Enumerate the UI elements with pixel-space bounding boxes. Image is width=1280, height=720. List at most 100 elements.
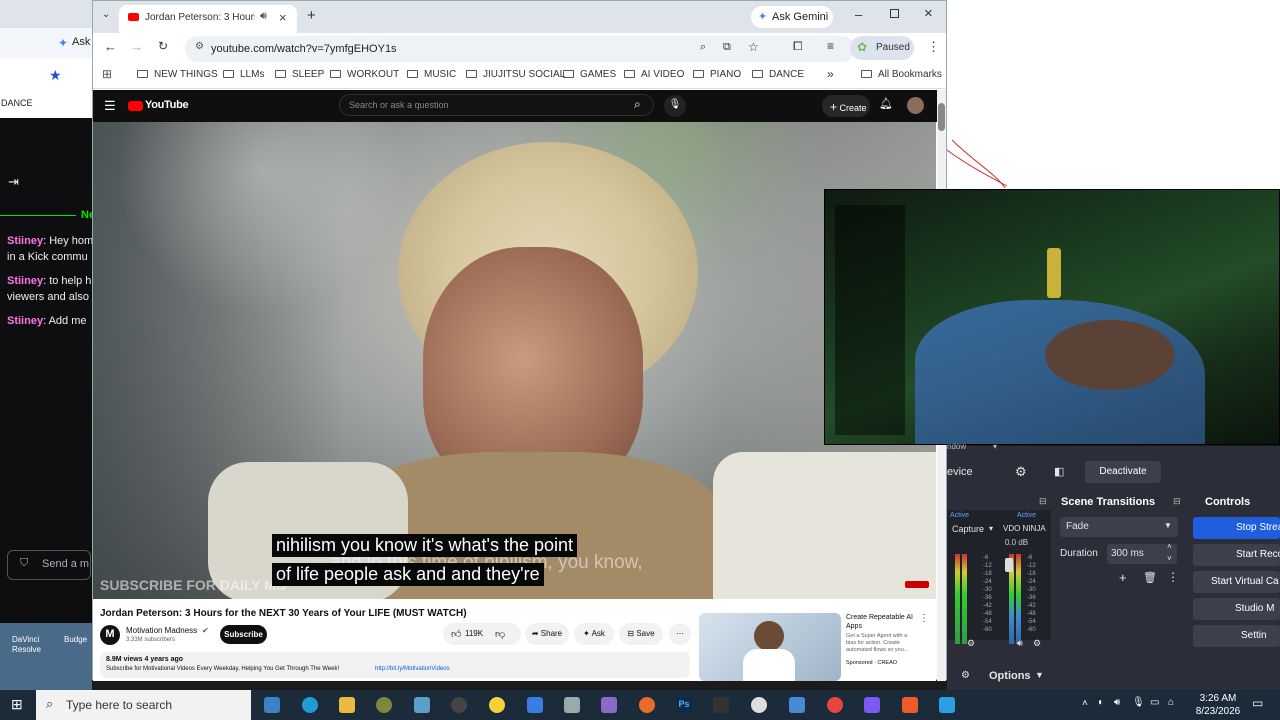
- like-count[interactable]: 119K: [465, 629, 483, 638]
- save-button[interactable]: ⊟ Save: [619, 623, 663, 645]
- mixer-settings-icon[interactable]: ⚙: [1033, 638, 1041, 649]
- install-icon[interactable]: ⧉: [723, 41, 731, 54]
- taskview-icon[interactable]: [264, 697, 280, 713]
- create-button[interactable]: + Create: [822, 95, 870, 117]
- youtube-logo-icon[interactable]: [128, 101, 143, 111]
- bookmark-dance[interactable]: DANCE: [752, 69, 804, 80]
- windows-start-icon[interactable]: ⊞: [11, 696, 23, 713]
- app-icon-1[interactable]: [376, 697, 392, 713]
- bookmark-star-icon[interactable]: ☆: [748, 40, 759, 54]
- microphone-icon[interactable]: 🎙︎: [664, 95, 686, 117]
- app-icon-5[interactable]: [751, 697, 767, 713]
- ask-tab-label[interactable]: Ask: [72, 36, 90, 48]
- reload-icon[interactable]: ↻: [158, 39, 168, 53]
- tray-app-icon[interactable]: ◐: [1098, 697, 1104, 708]
- source-filters-icon[interactable]: ◧: [1054, 465, 1064, 478]
- dropdown-arrow-icon[interactable]: ▾: [993, 442, 997, 451]
- tab-youtube[interactable]: Jordan Peterson: 3 Hours fo 🔊︎ ×: [119, 5, 297, 33]
- app-icon-3[interactable]: [564, 697, 580, 713]
- tab-search-icon[interactable]: ⌄: [102, 9, 110, 20]
- site-info-icon[interactable]: ⚙: [195, 41, 204, 52]
- duration-stepper-up[interactable]: ˄: [1167, 542, 1172, 551]
- address-bar[interactable]: ⚙ youtube.com/watch?v=7ymfgEHOY1s ⌕ ⧉ ☆: [185, 36, 855, 62]
- battery-icon[interactable]: ▭: [1150, 697, 1159, 708]
- ad-title[interactable]: Create Repeatable AI Apps: [846, 613, 918, 631]
- youtube-logo-text[interactable]: YouTube: [145, 99, 189, 111]
- close-window-icon[interactable]: ×: [924, 5, 933, 22]
- maximize-icon[interactable]: [890, 9, 899, 18]
- desktop-icon-davinci[interactable]: DaVinci Resolve: [12, 635, 48, 655]
- audio-icon[interactable]: 🔊︎: [260, 10, 267, 23]
- search-icon[interactable]: ⌕: [634, 97, 641, 112]
- brave-icon[interactable]: [902, 697, 918, 713]
- video-player[interactable]: SUBSCRIBE FOR DAILY MO and in this time …: [93, 122, 936, 599]
- ad-menu-icon[interactable]: ⋮: [919, 613, 929, 624]
- volume-slider-handle[interactable]: [1005, 558, 1013, 572]
- bookmark-llms[interactable]: LLMs: [223, 69, 264, 80]
- new-tab-button[interactable]: +: [307, 7, 316, 24]
- app-icon-8[interactable]: [939, 697, 955, 713]
- source-settings-gear-icon[interactable]: ⚙: [1015, 464, 1027, 480]
- apps-icon[interactable]: ⊞: [102, 67, 112, 81]
- zoom-icon[interactable]: ⌕: [700, 41, 706, 54]
- taskbar-search-input[interactable]: ⌕ Type here to search: [36, 690, 251, 720]
- file-explorer-icon[interactable]: [339, 697, 355, 713]
- bookmarks-overflow-button[interactable]: »: [827, 67, 834, 81]
- options-button[interactable]: Options: [989, 670, 1031, 682]
- bookmark-piano[interactable]: PIANO: [693, 69, 741, 80]
- mixer-gear-icon[interactable]: ⚙: [967, 638, 975, 649]
- close-tab-icon[interactable]: ×: [279, 10, 287, 25]
- profile-paused-button[interactable]: ✿ Paused: [850, 36, 914, 60]
- forward-icon[interactable]: →: [130, 39, 143, 54]
- desktop-icon-budget[interactable]: Budge: [64, 635, 87, 644]
- mic-icon[interactable]: 🎙︎: [1132, 697, 1145, 708]
- docs-icon[interactable]: [527, 697, 543, 713]
- duration-stepper-down[interactable]: ˅: [1167, 554, 1172, 563]
- star-icon[interactable]: ★: [49, 67, 62, 84]
- hamburger-menu-icon[interactable]: ☰: [104, 98, 116, 114]
- obs-webcam-preview[interactable]: [824, 189, 1280, 445]
- photoshop-icon[interactable]: Ps: [676, 697, 692, 713]
- extensions-icon[interactable]: ⧠: [793, 39, 803, 54]
- media-icon[interactable]: ≡: [827, 39, 834, 53]
- bookmark-new-things[interactable]: NEW THINGS: [137, 69, 218, 80]
- channel-avatar[interactable]: M: [100, 625, 120, 645]
- notification-center-icon[interactable]: ▭: [1252, 696, 1263, 710]
- like-icon[interactable]: 👍︎: [451, 628, 461, 640]
- bulb-icon[interactable]: [489, 697, 505, 713]
- network-icon[interactable]: ⌂: [1168, 697, 1174, 708]
- mixer-panel-icon[interactable]: ⊟: [1039, 496, 1047, 507]
- capture-dropdown-icon[interactable]: ▾: [989, 524, 993, 533]
- description-link[interactable]: http://bit.ly/MotivationVideos: [375, 666, 450, 672]
- all-bookmarks[interactable]: All Bookmarks: [861, 69, 942, 80]
- studio-mode-button[interactable]: Studio M: [1193, 598, 1280, 620]
- obs-icon[interactable]: [451, 697, 467, 713]
- bookmark-jiujitsu-social[interactable]: JIUJITSU SOCIAL: [466, 69, 565, 80]
- chat-input[interactable]: ⛉ Send a m: [7, 550, 91, 580]
- options-chevron-icon[interactable]: ▼: [1035, 670, 1044, 680]
- menu-icon[interactable]: ⋮: [927, 39, 940, 55]
- app-icon-6[interactable]: [789, 697, 805, 713]
- bookmark-dance[interactable]: DANCE: [1, 98, 33, 108]
- bookmark-ai-video[interactable]: AI VIDEO: [624, 69, 684, 80]
- transition-select[interactable]: Fade ▼: [1060, 517, 1178, 537]
- remove-transition-icon[interactable]: 🗑︎: [1143, 571, 1157, 584]
- firefox-icon[interactable]: [639, 697, 655, 713]
- avatar[interactable]: [907, 97, 924, 114]
- add-transition-icon[interactable]: +: [1119, 570, 1127, 585]
- mixer-volume-icon[interactable]: 🔊︎: [1017, 638, 1023, 649]
- tray-chevron-icon[interactable]: ˄: [1082, 698, 1088, 709]
- taskbar-clock[interactable]: 3:26 AM 8/23/2026: [1192, 692, 1244, 718]
- app-icon-4[interactable]: [601, 697, 617, 713]
- ask-gemini-button[interactable]: ✦ Ask Gemini: [751, 6, 833, 28]
- deactivate-button[interactable]: Deactivate: [1085, 461, 1161, 483]
- channel-name[interactable]: Motivation Madness: [126, 626, 197, 635]
- transitions-panel-icon[interactable]: ⊟: [1173, 496, 1181, 507]
- minimize-icon[interactable]: –: [855, 7, 862, 22]
- bookmark-music[interactable]: MUSIC: [407, 69, 456, 80]
- edge-icon[interactable]: [302, 697, 318, 713]
- subscribe-button[interactable]: Subscribe: [220, 625, 267, 644]
- app-icon-7[interactable]: [864, 697, 880, 713]
- start-virtual-camera-button[interactable]: Start Virtual Ca: [1193, 571, 1280, 593]
- scrollbar-thumb[interactable]: [938, 103, 945, 131]
